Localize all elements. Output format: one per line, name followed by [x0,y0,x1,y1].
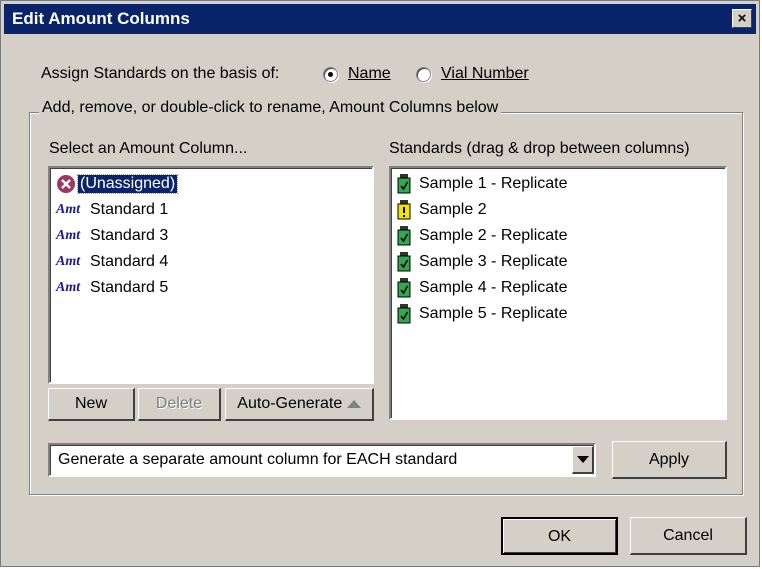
assign-label: Assign Standards on the basis of: [41,65,280,82]
apply-button[interactable]: Apply [612,441,727,479]
vial-check-icon [397,304,411,324]
amt-icon: Amt [56,254,81,269]
vial-warning-icon [397,200,411,220]
unassigned-label: (Unassigned) [76,174,179,194]
standard-item[interactable]: Sample 4 - Replicate [397,276,568,300]
triangle-up-icon [346,400,361,409]
standards-list-label: Standards (drag & drop between columns) [389,140,690,157]
amount-column-list[interactable]: (Unassigned) Amt Standard 1 Amt Standard… [48,166,374,384]
standard-item[interactable]: Sample 5 - Replicate [397,302,568,326]
group-label: Add, remove, or double-click to rename, … [39,99,502,117]
generate-select[interactable]: Generate a separate amount column for EA… [48,443,596,477]
vial-check-icon [397,252,411,272]
amt-icon: Amt [56,228,81,243]
standard-item[interactable]: Sample 3 - Replicate [397,250,568,274]
dialog-title: Edit Amount Columns [12,9,190,28]
dialog-window: Edit Amount Columns × Assign Standards o… [0,0,760,567]
chevron-down-icon [576,456,589,463]
vial-number-radio[interactable] [416,67,431,82]
close-button[interactable]: × [732,9,752,28]
name-radio-label[interactable]: Name [348,65,391,83]
amt-icon: Amt [56,280,81,295]
standard-item[interactable]: Sample 2 [397,198,487,222]
amount-list-label: Select an Amount Column... [49,140,248,157]
ok-button[interactable]: OK [501,517,618,555]
list-item-standard-5[interactable]: Amt Standard 5 [56,276,168,300]
vial-check-icon [397,174,411,194]
standard-item[interactable]: Sample 1 - Replicate [397,172,568,196]
vial-check-icon [397,278,411,298]
list-item-standard-3[interactable]: Amt Standard 3 [56,224,168,248]
amt-icon: Amt [56,202,81,217]
dropdown-button[interactable] [572,446,594,474]
list-item-unassigned[interactable]: (Unassigned) [56,172,179,196]
list-item-standard-1[interactable]: Amt Standard 1 [56,198,168,222]
cancel-button[interactable]: Cancel [630,517,747,555]
new-button[interactable]: New [48,388,135,421]
unassigned-x-icon [57,175,75,193]
auto-generate-button[interactable]: Auto-Generate [225,388,374,421]
list-item-standard-4[interactable]: Amt Standard 4 [56,250,168,274]
name-radio[interactable] [323,67,338,82]
generate-select-value: Generate a separate amount column for EA… [58,451,458,468]
delete-button[interactable]: Delete [138,388,221,421]
title-bar: Edit Amount Columns × [4,4,756,34]
standard-item[interactable]: Sample 2 - Replicate [397,224,568,248]
vial-number-radio-label[interactable]: Vial Number [441,65,529,83]
vial-check-icon [397,226,411,246]
standards-list[interactable]: Sample 1 - Replicate Sample 2 Sample 2 -… [389,166,727,420]
